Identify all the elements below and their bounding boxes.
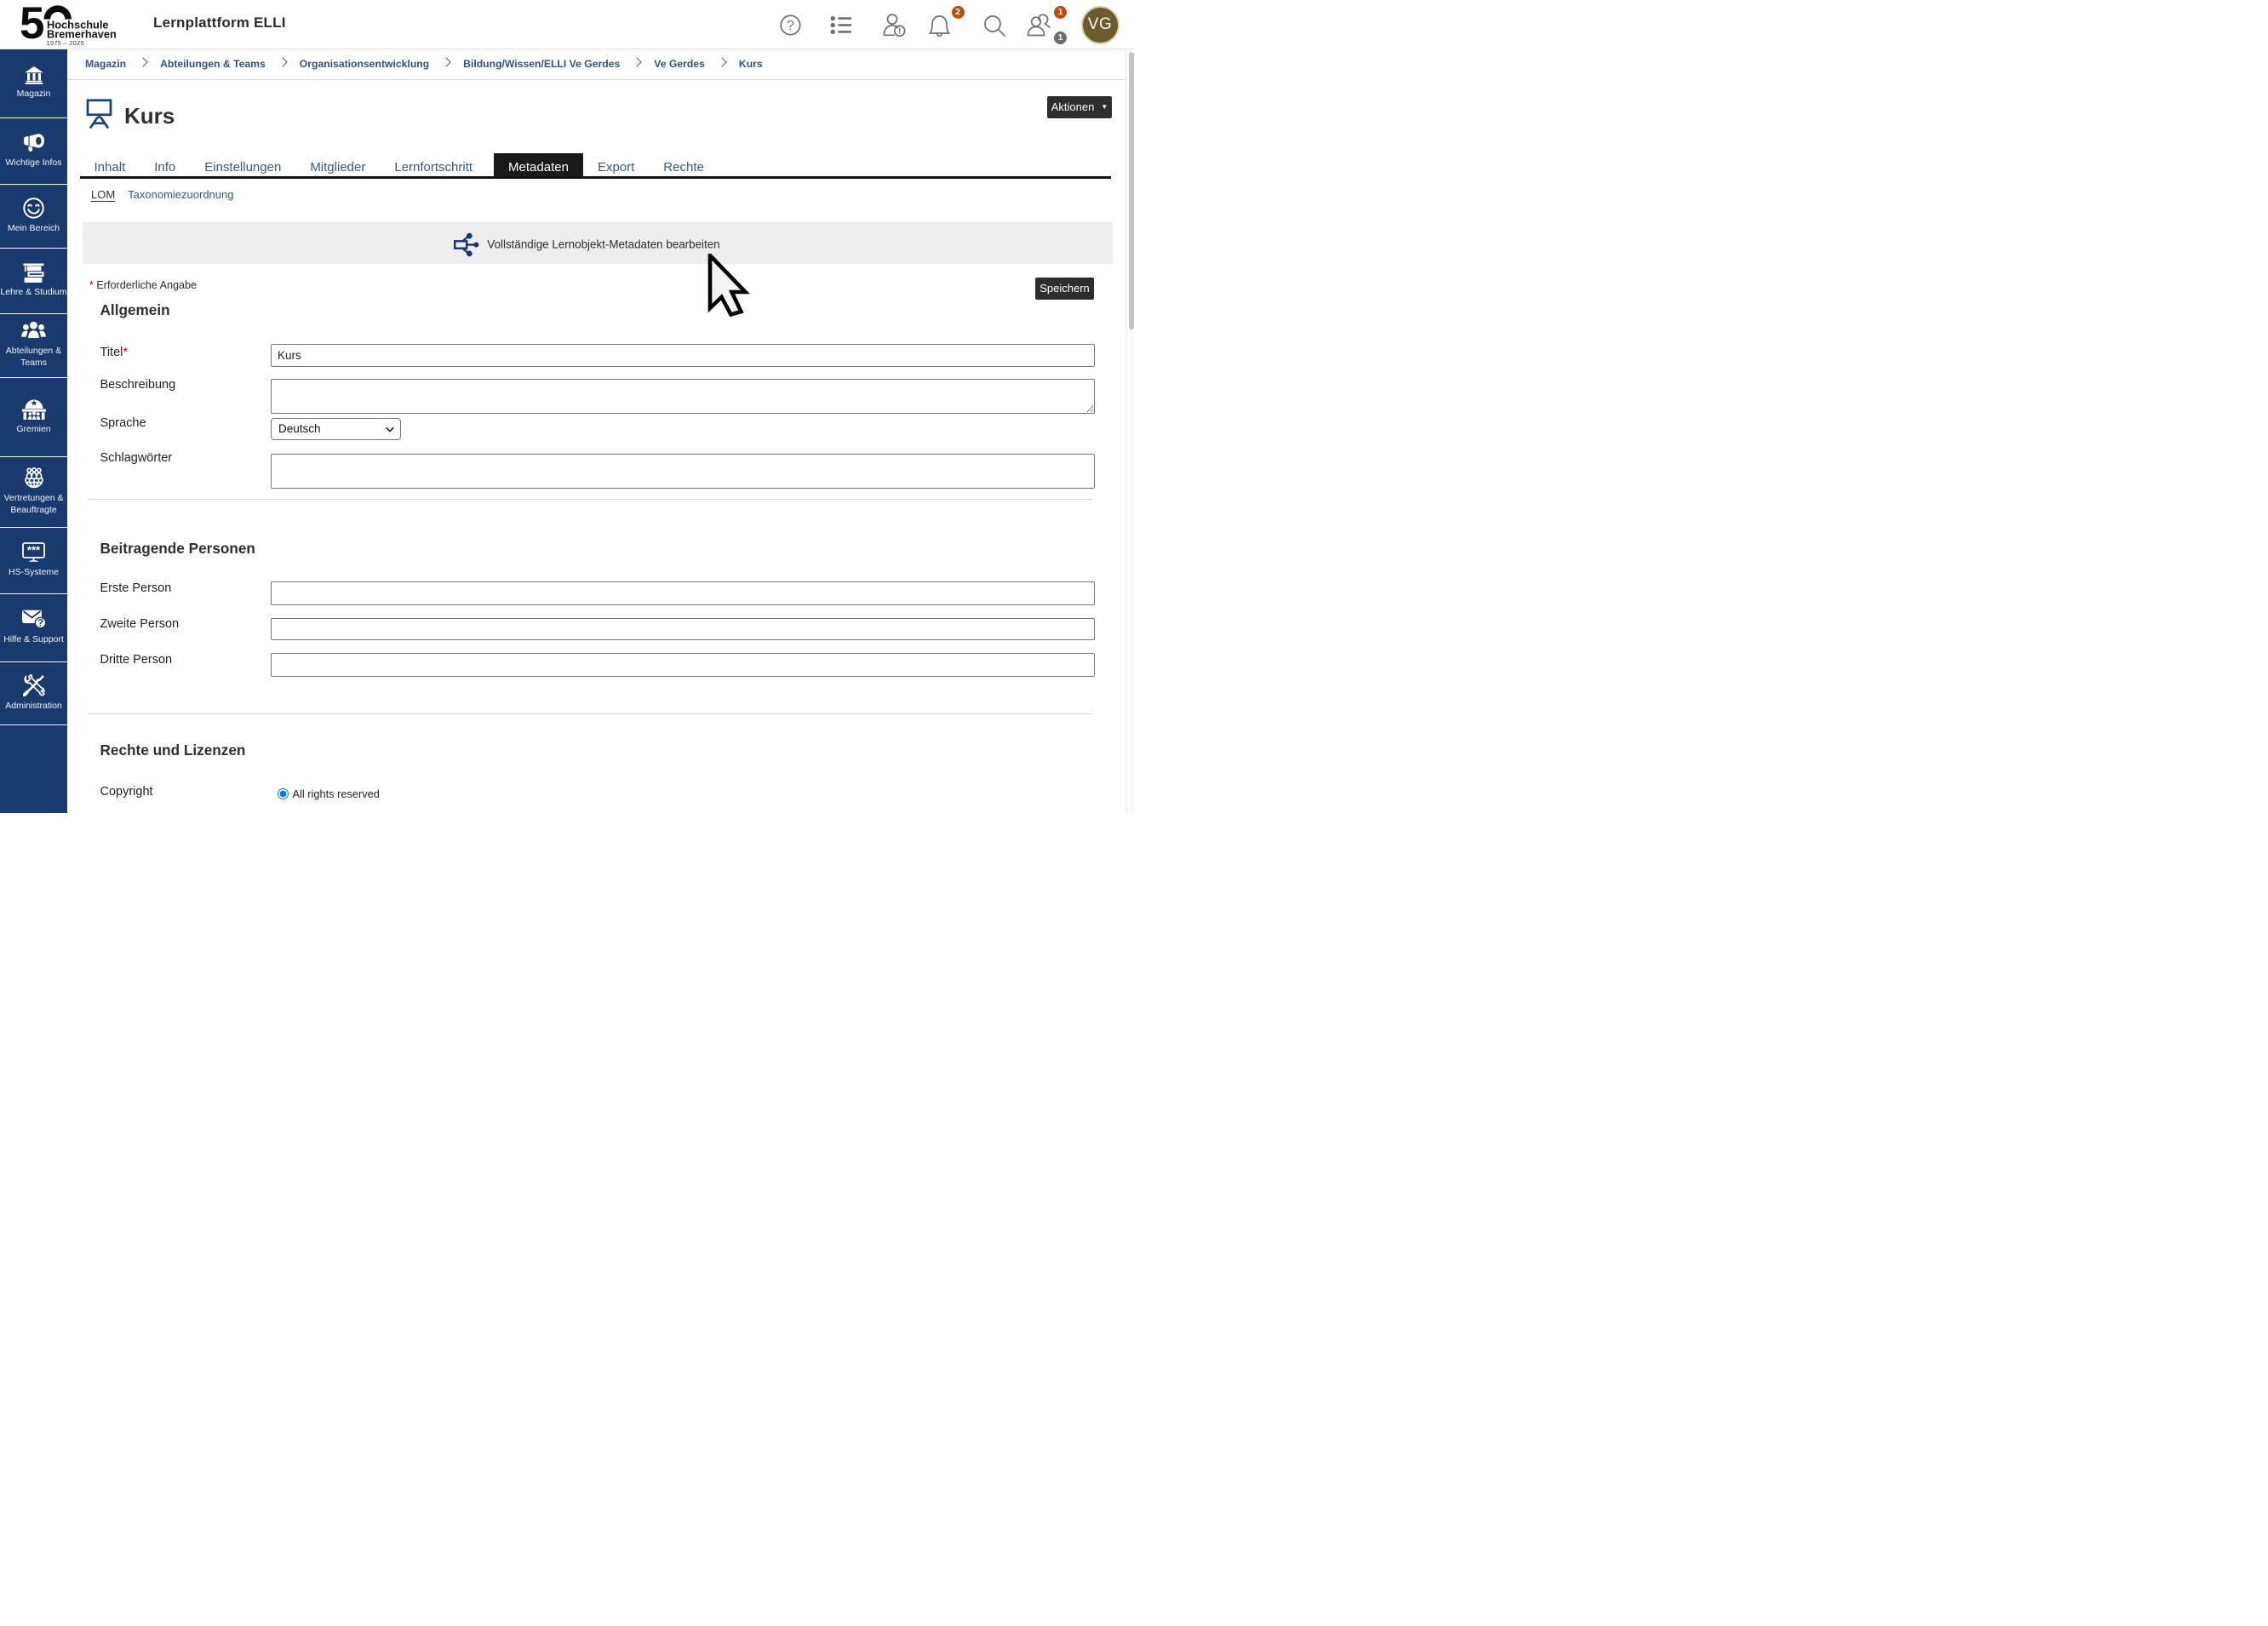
svg-text:***: *** xyxy=(27,543,41,556)
svg-text:5: 5 xyxy=(21,4,44,47)
svg-text:?: ? xyxy=(787,19,794,33)
svg-text:?: ? xyxy=(37,619,43,629)
svg-text:!: ! xyxy=(898,26,902,37)
svg-text:1975 – 2025: 1975 – 2025 xyxy=(47,39,84,47)
